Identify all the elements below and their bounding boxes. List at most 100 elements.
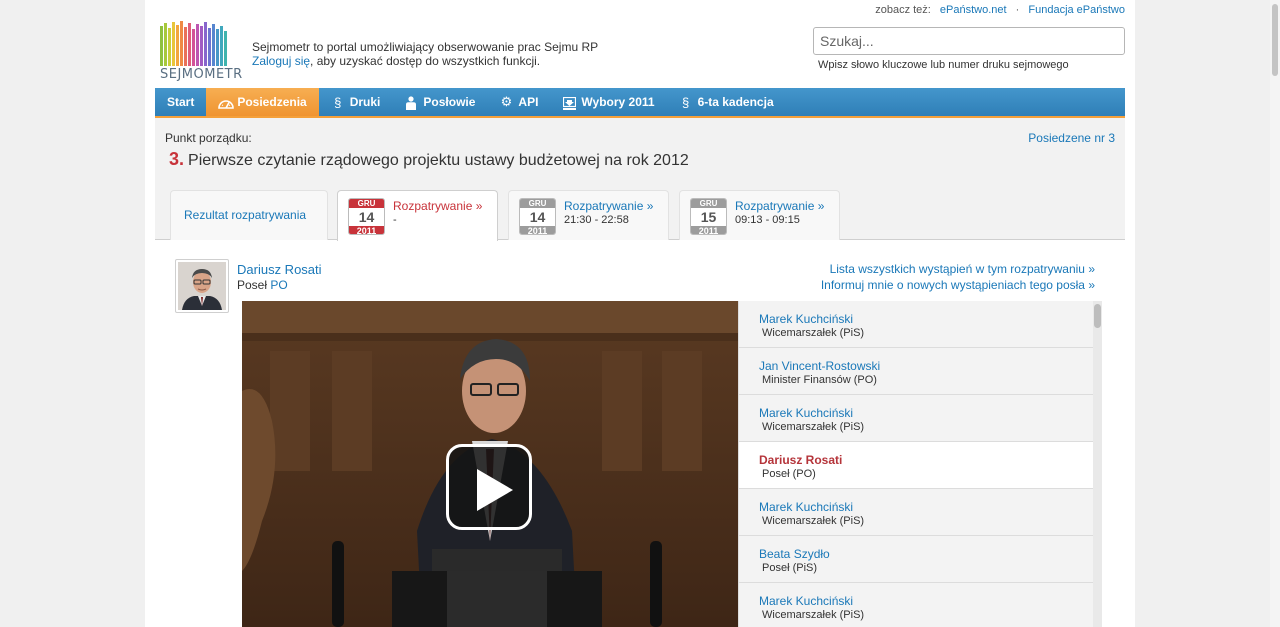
speech-item[interactable]: Marek Kuchciński Wicemarszałek (PiS) [739, 395, 1094, 442]
tab-time: - [393, 214, 397, 226]
speech-item[interactable]: Marek Kuchciński Wicemarszałek (PiS) [739, 489, 1094, 536]
gear-icon: ⚙ [500, 94, 513, 109]
nav-start[interactable]: Start [155, 88, 206, 116]
agenda-title: 3. Pierwsze czytanie rządowego projektu u… [169, 149, 689, 170]
speech-speaker-name: Jan Vincent-Rostowski [759, 359, 881, 373]
speeches-list: Marek Kuchciński Wicemarszałek (PiS) Jan… [738, 301, 1102, 627]
logo[interactable]: SEJMOMETR [160, 20, 242, 82]
speech-speaker-role: Wicemarszałek (PiS) [762, 609, 865, 621]
speaker-role-label: Poseł [237, 278, 268, 292]
tab-title: Rozpatrywanie » [393, 199, 483, 213]
nav-6-ta-kadencja-label: 6-ta kadencja [697, 95, 774, 109]
calendar-month: GRU [349, 199, 384, 208]
speech-speaker-role: Minister Finansów (PO) [762, 374, 877, 386]
page-scrollbar-thumb[interactable] [1272, 4, 1278, 76]
speech-item-current[interactable]: Dariusz Rosati Poseł (PO) [739, 442, 1094, 489]
search-hint: Wpisz słowo kluczowe lub numer druku sej… [818, 59, 1069, 71]
speech-speaker-role: Wicemarszałek (PiS) [762, 421, 865, 433]
speeches-scrollbar[interactable] [1093, 301, 1102, 627]
play-button[interactable] [446, 444, 532, 530]
speech-speaker-name: Dariusz Rosati [759, 453, 843, 467]
speech-item[interactable]: Marek Kuchciński Wicemarszałek (PiS) [739, 583, 1094, 627]
avatar-photo-icon [178, 262, 226, 310]
speech-speaker-name: Marek Kuchciński [759, 406, 854, 420]
tagline-line2: Zaloguj się, aby uzyskać dostęp do wszys… [252, 54, 598, 68]
download-icon [562, 94, 577, 110]
agenda-number: 3. [169, 149, 185, 169]
speech-speaker-name: Marek Kuchciński [759, 594, 854, 608]
calendar-day: 14 [529, 209, 546, 225]
logo-bars-icon [160, 21, 227, 66]
epanstwo-net-link[interactable]: ePaństwo.net [940, 4, 1007, 16]
speaker-role: Poseł PO [237, 278, 288, 292]
nav-start-label: Start [167, 95, 195, 109]
logo-text: SEJMOMETR [160, 67, 243, 82]
tab-result-label: Rezultat rozpatrywania [184, 208, 307, 222]
gauge-icon [218, 95, 235, 110]
speech-item[interactable]: Jan Vincent-Rostowski Minister Finansów … [739, 348, 1094, 395]
calendar-year: 2011 [349, 226, 384, 234]
speaker-avatar[interactable] [175, 259, 229, 313]
paragraph-icon: § [334, 94, 342, 110]
nav-api-label: API [518, 95, 539, 109]
agenda-label: Punkt porządku: [165, 131, 252, 145]
speaker-party-link[interactable]: PO [270, 278, 287, 292]
speech-item[interactable]: Marek Kuchciński Wicemarszałek (PiS) [739, 301, 1094, 348]
page-scrollbar[interactable] [1270, 0, 1280, 627]
nav-api[interactable]: ⚙ API [487, 88, 550, 116]
calendar-day: 14 [358, 209, 375, 225]
speech-speaker-role: Wicemarszałek (PiS) [762, 515, 865, 527]
calendar-year: 2011 [691, 226, 726, 234]
tagline-line2-rest: , aby uzyskać dostęp do wszystkich funkc… [310, 54, 541, 68]
person-icon [404, 94, 418, 110]
tab-result[interactable]: Rezultat rozpatrywania [170, 190, 328, 240]
nav-wybory-2011-label: Wybory 2011 [581, 95, 655, 109]
calendar-icon: GRU 15 2011 [690, 198, 727, 235]
tagline: Sejmometr to portal umożliwiający obserw… [252, 40, 598, 68]
video-player[interactable] [242, 301, 738, 627]
tab-session-1[interactable]: GRU 14 2011 Rozpatrywanie » - [337, 190, 498, 241]
nav-poslowie[interactable]: Posłowie [392, 88, 487, 116]
nav-posiedzenia[interactable]: Posiedzenia [206, 88, 319, 116]
agenda-title-text: Pierwsze czytanie rządowego projektu ust… [188, 152, 689, 169]
nav-posiedzenia-label: Posiedzenia [237, 95, 307, 109]
tab-title: Rozpatrywanie » [735, 199, 825, 213]
calendar-day: 15 [700, 209, 717, 225]
calendar-icon: GRU 14 2011 [348, 198, 385, 235]
page: SEJMOMETR Sejmometr to portal umożliwiaj… [145, 0, 1135, 627]
speech-speaker-name: Marek Kuchciński [759, 500, 854, 514]
login-link[interactable]: Zaloguj się [252, 54, 310, 68]
speech-item[interactable]: Beata Szydło Poseł (PiS) [739, 536, 1094, 583]
nav-druki[interactable]: § Druki [319, 88, 393, 116]
tab-session-3[interactable]: GRU 15 2011 Rozpatrywanie » 09:13 - 09:1… [679, 190, 840, 240]
speech-speaker-role: Wicemarszałek (PiS) [762, 327, 865, 339]
fundacja-epanstwo-link[interactable]: Fundacja ePaństwo [1028, 4, 1125, 16]
tab-title: Rozpatrywanie » [564, 199, 654, 213]
search-input[interactable] [813, 27, 1125, 55]
tab-session-2[interactable]: GRU 14 2011 Rozpatrywanie » 21:30 - 22:5… [508, 190, 669, 240]
calendar-month: GRU [691, 199, 726, 208]
speech-speaker-name: Beata Szydło [759, 547, 830, 561]
speech-speaker-role: Poseł (PO) [762, 468, 816, 480]
paragraph-icon: § [681, 94, 690, 110]
speeches-scrollbar-thumb[interactable] [1094, 304, 1101, 328]
calendar-year: 2011 [520, 226, 555, 234]
nav-poslowie-label: Posłowie [423, 95, 476, 109]
nav-6-ta-kadencja[interactable]: § 6-ta kadencja [667, 88, 786, 116]
nav-wybory-2011[interactable]: Wybory 2011 [550, 88, 666, 116]
see-also: zobacz też: ePaństwo.net · Fundacja ePań… [869, 4, 1125, 16]
sitting-link[interactable]: Posiedzene nr 3 [1028, 131, 1115, 145]
nav-druki-label: Druki [349, 95, 381, 109]
speech-speaker-role: Poseł (PiS) [762, 562, 818, 574]
notify-new-speeches-link[interactable]: Informuj mnie o nowych wystąpieniach teg… [821, 278, 1095, 292]
tab-time: 09:13 - 09:15 [735, 214, 800, 226]
tagline-line1: Sejmometr to portal umożliwiający obserw… [252, 40, 599, 54]
speech-speaker-name: Marek Kuchciński [759, 312, 854, 326]
see-also-separator: · [1015, 4, 1020, 16]
see-also-label: zobacz też: [875, 4, 931, 16]
all-speeches-link[interactable]: Lista wszystkich wystąpień w tym rozpatr… [830, 262, 1095, 276]
main-navbar: Start Posiedzenia § Druki Posłowie ⚙ API [155, 88, 1125, 118]
play-icon [477, 469, 513, 511]
speaker-name[interactable]: Dariusz Rosati [237, 262, 322, 277]
calendar-icon: GRU 14 2011 [519, 198, 556, 235]
